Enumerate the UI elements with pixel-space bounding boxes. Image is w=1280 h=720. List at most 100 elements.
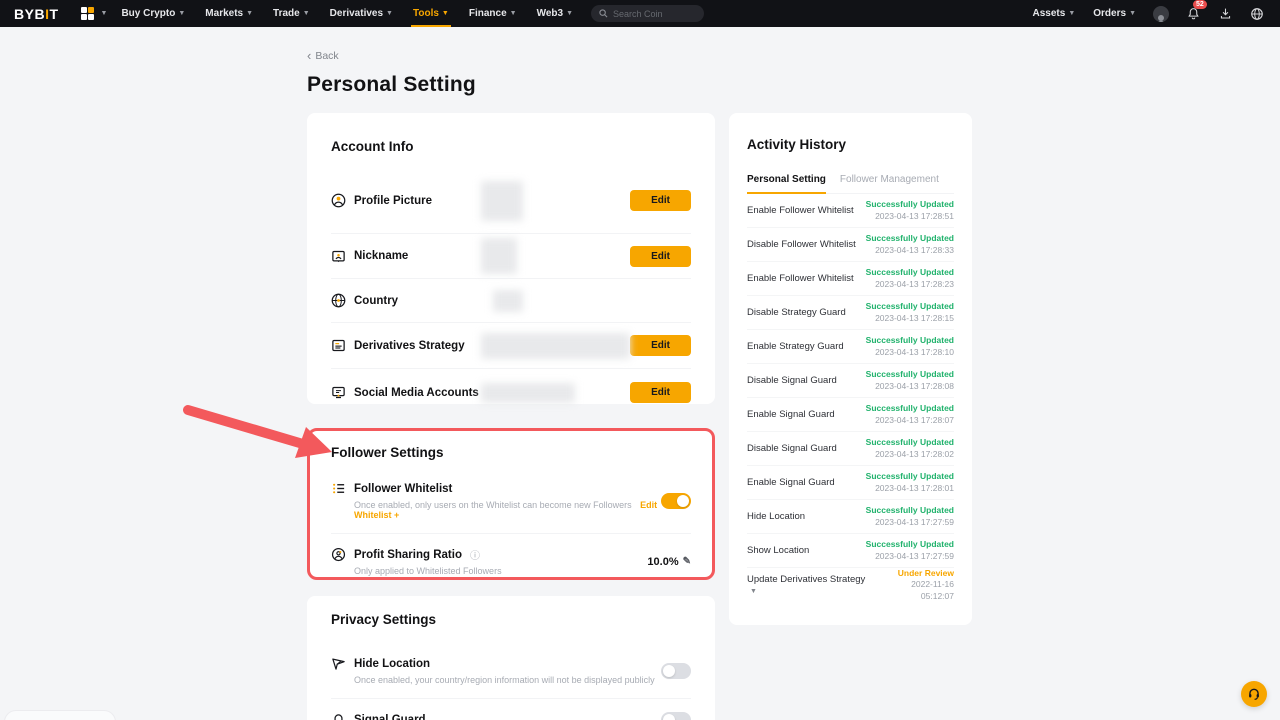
top-nav: BYBIT ▼ Buy Crypto▼ Markets▼ Trade▼ Deri…: [0, 0, 1280, 27]
headset-icon: [1247, 687, 1261, 701]
support-chat-button[interactable]: [1241, 681, 1267, 707]
search-icon: [599, 9, 608, 18]
activity-row: Enable Follower Whitelist Successfully U…: [747, 262, 954, 296]
nav-web3[interactable]: Web3▼: [527, 0, 583, 27]
row-label: Nickname: [354, 250, 408, 262]
timestamp: 2023-04-13 17:27:59: [866, 551, 954, 562]
profit-sharing-description: Only applied to Whitelisted Followers: [354, 566, 502, 576]
status-badge: Successfully Updated: [866, 335, 954, 346]
status-badge: Successfully Updated: [866, 403, 954, 414]
signal-guard-toggle[interactable]: [661, 712, 691, 720]
back-button[interactable]: ‹ Back: [307, 49, 339, 62]
status-badge: Successfully Updated: [866, 369, 954, 380]
nav-derivatives[interactable]: Derivatives▼: [320, 0, 403, 27]
profile-picture-icon: [331, 193, 346, 208]
profit-sharing-icon: [331, 547, 346, 562]
account-info-title: Account Info: [331, 139, 691, 154]
status-badge: Successfully Updated: [866, 505, 954, 516]
derivatives-strategy-icon: [331, 338, 346, 353]
chevron-left-icon: ‹: [307, 49, 311, 62]
row-profile-picture: Profile Picture Edit: [331, 168, 691, 234]
timestamp: 2023-04-13 17:28:10: [866, 347, 954, 358]
follower-settings-title: Follower Settings: [331, 445, 691, 460]
activity-history-card: Activity History Personal Setting Follow…: [729, 113, 972, 625]
apps-grid-icon: [81, 7, 94, 20]
profile-picture-preview: [481, 181, 523, 221]
edit-profile-picture-button[interactable]: Edit: [630, 190, 691, 211]
chevron-down-icon: ▼: [1129, 10, 1136, 17]
row-signal-guard: Signal Guard: [331, 698, 691, 720]
signal-guard-icon: [331, 713, 346, 720]
nav-buy-crypto[interactable]: Buy Crypto▼: [111, 0, 195, 27]
download-button[interactable]: [1216, 5, 1234, 23]
corner-widget: [4, 710, 116, 720]
bybit-logo[interactable]: BYBIT: [14, 6, 59, 22]
row-label: Derivatives Strategy: [354, 340, 465, 352]
search-input[interactable]: Search Coin: [591, 5, 704, 22]
tab-personal-setting[interactable]: Personal Setting: [747, 174, 826, 193]
status-badge: Successfully Updated: [866, 267, 954, 278]
tab-follower-management[interactable]: Follower Management: [840, 174, 939, 193]
search-placeholder: Search Coin: [613, 9, 663, 19]
profile-avatar[interactable]: [1152, 5, 1170, 23]
back-label: Back: [315, 50, 338, 62]
follower-whitelist-toggle[interactable]: [661, 493, 691, 509]
timestamp: 2022-11-16 05:12:07: [877, 579, 955, 602]
activity-row-expandable[interactable]: Update Derivatives Strategy ▼ Under Revi…: [747, 568, 954, 602]
chevron-down-icon: ▼: [566, 10, 573, 17]
chevron-down-icon: ▼: [303, 10, 310, 17]
hide-location-toggle[interactable]: [661, 663, 691, 679]
nav-markets[interactable]: Markets▼: [195, 0, 263, 27]
hide-location-description: Once enabled, your country/region inform…: [354, 675, 655, 685]
edit-nickname-button[interactable]: Edit: [630, 246, 691, 267]
chevron-down-icon: ▼: [386, 10, 393, 17]
nickname-value: [481, 238, 517, 274]
row-label: Country: [354, 295, 398, 307]
chevron-down-icon: ▼: [246, 10, 253, 17]
nav-tools[interactable]: Tools▼: [403, 0, 459, 27]
edit-pencil-icon[interactable]: ✎: [683, 556, 691, 567]
activity-row: Hide Location Successfully Updated2023-0…: [747, 500, 954, 534]
apps-menu-button[interactable]: ▼: [77, 0, 112, 27]
activity-row: Show Location Successfully Updated2023-0…: [747, 534, 954, 568]
signal-guard-label: Signal Guard: [354, 714, 426, 720]
status-badge: Successfully Updated: [866, 199, 954, 210]
activity-row: Disable Signal Guard Successfully Update…: [747, 364, 954, 398]
nav-finance[interactable]: Finance▼: [459, 0, 527, 27]
follower-whitelist-label: Follower Whitelist: [354, 483, 452, 495]
activity-row: Enable Follower Whitelist Successfully U…: [747, 194, 954, 228]
activity-row: Disable Signal Guard Successfully Update…: [747, 432, 954, 466]
notification-badge: 52: [1193, 0, 1207, 9]
edit-social-media-button[interactable]: Edit: [630, 382, 691, 403]
edit-derivatives-strategy-button[interactable]: Edit: [630, 335, 691, 356]
activity-history-title: Activity History: [747, 137, 954, 152]
social-media-value: [481, 383, 575, 403]
bell-icon: [1187, 7, 1200, 20]
hide-location-label: Hide Location: [354, 658, 430, 670]
follower-whitelist-description: Once enabled, only users on the Whitelis…: [354, 500, 632, 510]
nav-assets[interactable]: Assets▼: [1031, 0, 1078, 27]
row-label: Profile Picture: [354, 195, 432, 207]
activity-row: Disable Follower Whitelist Successfully …: [747, 228, 954, 262]
language-button[interactable]: [1248, 5, 1266, 23]
country-icon: [331, 293, 346, 308]
timestamp: 2023-04-13 17:28:07: [866, 415, 954, 426]
timestamp: 2023-04-13 17:28:01: [866, 483, 954, 494]
status-badge: Successfully Updated: [866, 233, 954, 244]
nav-orders[interactable]: Orders▼: [1091, 0, 1138, 27]
info-icon[interactable]: ⓘ: [470, 547, 480, 562]
timestamp: 2023-04-13 17:28:15: [866, 313, 954, 324]
activity-row: Disable Strategy Guard Successfully Upda…: [747, 296, 954, 330]
row-social-media: Social Media Accounts Edit: [331, 369, 691, 416]
nickname-icon: [331, 249, 346, 264]
activity-row: Enable Signal Guard Successfully Updated…: [747, 398, 954, 432]
notifications-button[interactable]: 52: [1184, 5, 1202, 23]
status-badge: Successfully Updated: [866, 539, 954, 550]
derivatives-strategy-value: [481, 333, 630, 359]
row-hide-location: Hide Location Once enabled, your country…: [331, 643, 691, 698]
nav-trade[interactable]: Trade▼: [263, 0, 320, 27]
privacy-settings-card: Privacy Settings Hide Location Once enab…: [307, 596, 715, 720]
timestamp: 2023-04-13 17:28:08: [866, 381, 954, 392]
avatar: [1153, 6, 1169, 22]
timestamp: 2023-04-13 17:27:59: [866, 517, 954, 528]
